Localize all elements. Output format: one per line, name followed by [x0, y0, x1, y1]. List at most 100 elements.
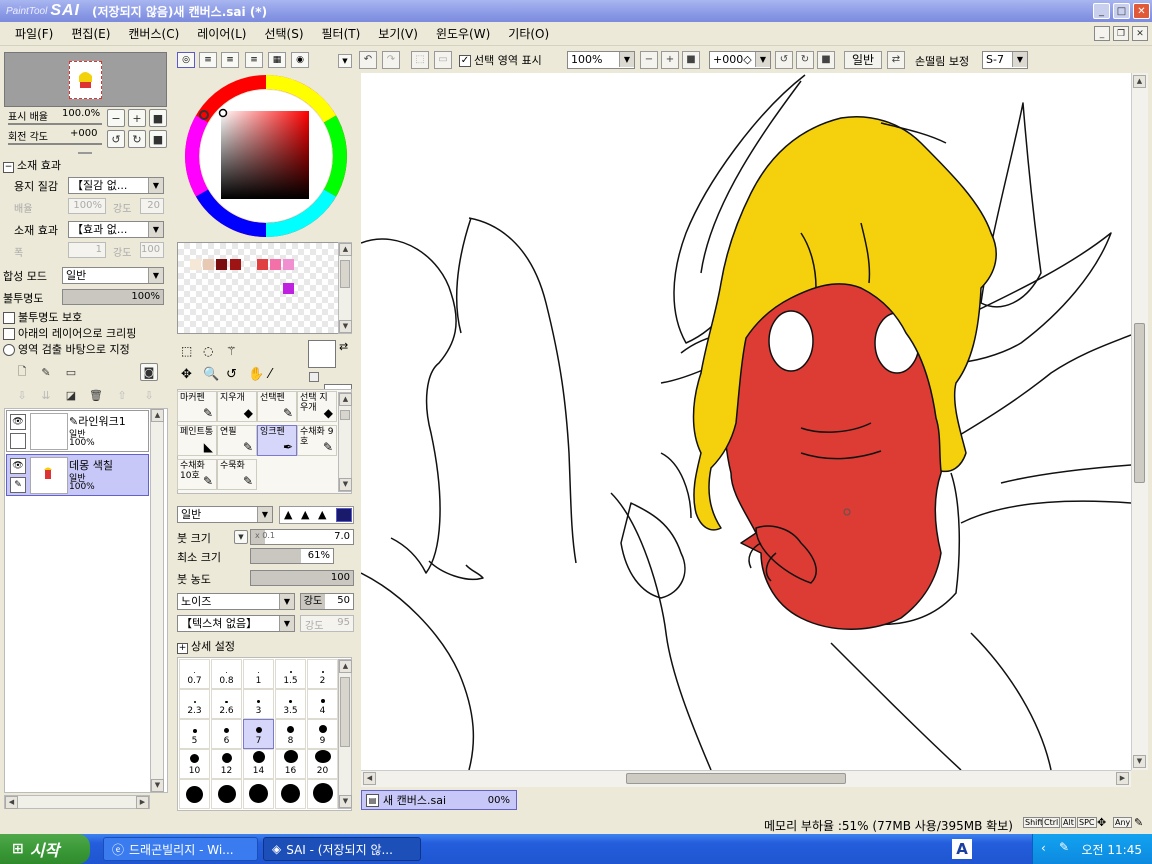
scroll-thumb[interactable]	[340, 410, 350, 420]
brush-size-preset[interactable]: 2.3	[179, 689, 210, 719]
brush-shape-soft-icon[interactable]: ▲	[284, 508, 292, 521]
merge-down-icon[interactable]: ⇊	[37, 386, 55, 404]
magic-wand-icon[interactable]: ⚚	[226, 344, 237, 358]
brush-blend-select[interactable]: 일반 ▼	[177, 506, 273, 523]
brush-size-preset[interactable]: 2	[307, 659, 338, 689]
start-button[interactable]: ⊞ 시작	[0, 834, 90, 864]
brush-size-preset[interactable]: 7	[243, 719, 274, 749]
brush-size-preset[interactable]	[275, 779, 306, 809]
rect-select-icon[interactable]: ⬚	[181, 344, 192, 358]
layer-lock-toggle[interactable]	[10, 433, 26, 449]
layer-up-icon[interactable]: ⇧	[113, 386, 131, 404]
brush-size-preset[interactable]: 0.7	[179, 659, 210, 689]
redo-icon[interactable]: ↷	[382, 51, 400, 69]
brush-size-preset[interactable]: 3.5	[275, 689, 306, 719]
eyedropper-icon[interactable]: ⁄	[269, 367, 271, 382]
menu-layer[interactable]: 레이어(L)	[188, 22, 255, 46]
brush-size-preset[interactable]: 6	[211, 719, 242, 749]
protect-opacity-checkbox[interactable]: 불투명도 보호	[3, 309, 82, 325]
scratchpad-tab-icon[interactable]: ◉	[291, 52, 309, 68]
scroll-down-icon[interactable]: ▼	[1133, 755, 1146, 768]
scroll-up-icon[interactable]: ▲	[1133, 75, 1146, 88]
new-layer-icon[interactable]: 🗋	[13, 363, 31, 381]
lasso-icon[interactable]: ◌	[203, 344, 213, 358]
flip-horizontal-icon[interactable]: ⇄	[887, 51, 905, 69]
tool-ink-wash[interactable]: 수묵화 ✎	[217, 459, 257, 490]
swap-colors-icon[interactable]: ⇄	[339, 340, 348, 353]
layer-item-linework[interactable]: 👁 ✎라인워크1 일반 100%	[6, 410, 149, 452]
transparent-color-icon[interactable]	[309, 372, 319, 382]
layer-down-icon[interactable]: ⇩	[140, 386, 158, 404]
material-section-header[interactable]: − 소재 효과	[3, 157, 61, 173]
doc-restore-button[interactable]: ❐	[1113, 26, 1129, 41]
brush-size-preset[interactable]: 3	[243, 689, 274, 719]
rotate-left-button[interactable]: ↺	[107, 130, 125, 148]
scroll-thumb[interactable]	[626, 773, 846, 784]
brush-shape-square-icon[interactable]	[336, 508, 352, 522]
document-tab[interactable]: ▤ 새 캔버스.sai 00%	[361, 790, 517, 810]
tool-paint-bucket[interactable]: 페인트통 ◣	[177, 425, 217, 456]
brush-size-preset[interactable]: 12	[211, 749, 242, 779]
navigator-preview[interactable]	[4, 52, 167, 107]
tool-ink-pen[interactable]: 잉크펜 ✒	[257, 425, 297, 456]
canvas-vertical-scrollbar[interactable]: ▲ ▼	[1131, 73, 1148, 770]
scroll-thumb[interactable]	[340, 260, 350, 288]
zoom-out-button[interactable]: −	[640, 51, 658, 69]
opacity-slider[interactable]: 100%	[62, 289, 164, 305]
palette-swatch[interactable]	[230, 259, 241, 270]
zoom-slider[interactable]	[8, 123, 102, 125]
clipping-checkbox[interactable]: 아래의 레이어으로 크리핑	[3, 325, 136, 341]
palette-swatch[interactable]	[190, 259, 201, 270]
usb-device-icon[interactable]: ✎	[1059, 840, 1069, 854]
brush-size-preset[interactable]	[179, 779, 210, 809]
canvas-zoom-select[interactable]: 100% ▼	[567, 51, 635, 69]
selection-source-radio[interactable]: 영역 검출 바탕으로 지정	[3, 341, 130, 357]
menu-window[interactable]: 윈도우(W)	[427, 22, 499, 46]
ime-indicator[interactable]: A	[952, 839, 972, 859]
palette-swatch[interactable]	[257, 259, 268, 270]
tool-select-pen[interactable]: 선택펜 ✎	[257, 391, 297, 422]
trash-icon[interactable]: 🗑	[87, 386, 105, 404]
brush-size-preset[interactable]: 20	[307, 749, 338, 779]
layer-list-scrollbar[interactable]: ▲ ▼	[150, 408, 164, 793]
brush-size-preset[interactable]: 4	[307, 689, 338, 719]
menu-view[interactable]: 보기(V)	[369, 22, 427, 46]
scroll-down-icon[interactable]: ▼	[339, 795, 352, 808]
swatch-tab-icon[interactable]: ▦	[268, 52, 286, 68]
foreground-color-swatch[interactable]	[308, 340, 336, 368]
menu-other[interactable]: 기타(O)	[499, 22, 558, 46]
scroll-up-icon[interactable]: ▲	[339, 243, 352, 256]
tool-marker-pen[interactable]: 마커펜 ✎	[177, 391, 217, 422]
brush-size-preset[interactable]: 1	[243, 659, 274, 689]
color-palette[interactable]	[177, 242, 352, 334]
menu-selection[interactable]: 선택(S)	[255, 22, 312, 46]
texture-strength[interactable]: 강도 95	[300, 615, 354, 632]
maximize-button[interactable]: □	[1113, 3, 1130, 19]
tray-expand-icon[interactable]: ‹	[1041, 841, 1046, 855]
drawing-canvas[interactable]	[361, 73, 1131, 770]
scroll-thumb[interactable]	[1134, 323, 1145, 483]
stabilizer-select[interactable]: S-7 ▼	[982, 51, 1028, 69]
deselect-icon[interactable]: ⬚	[411, 51, 429, 69]
tool-eraser[interactable]: 지우개 ◆	[217, 391, 257, 422]
scroll-up-icon[interactable]: ▲	[339, 660, 352, 673]
rotate-reset-button[interactable]: ■	[817, 51, 835, 69]
brush-size-preset[interactable]: 16	[275, 749, 306, 779]
invert-selection-icon[interactable]: ▭	[434, 51, 452, 69]
tool-list-scrollbar[interactable]: ▲ ▼	[338, 392, 352, 492]
presets-scrollbar[interactable]: ▲ ▼	[338, 659, 352, 809]
task-sai[interactable]: ◈ SAI - (저장되지 않...	[263, 837, 421, 861]
menu-file[interactable]: 파일(F)	[6, 22, 62, 46]
minimize-button[interactable]: _	[1093, 3, 1110, 19]
tool-pencil[interactable]: 연필 ✎	[217, 425, 257, 456]
panel-menu-icon[interactable]: ▼	[338, 54, 352, 68]
brush-size-preset[interactable]: 9	[307, 719, 338, 749]
noise-select[interactable]: 노이즈 ▼	[177, 593, 295, 610]
brush-size-preset[interactable]: 5	[179, 719, 210, 749]
tool-watercolor-9[interactable]: 수채화 9호 ✎	[297, 425, 337, 456]
move-icon[interactable]: ✥	[181, 367, 192, 382]
hand-icon[interactable]: ✋	[248, 367, 264, 382]
layer-item-demon-color[interactable]: 👁 ✎ 데몽 색칠 일반 100%	[6, 454, 149, 496]
task-browser[interactable]: ⓔ 드래곤빌리지 - Wi...	[103, 837, 258, 861]
rotate-right-button[interactable]: ↻	[796, 51, 814, 69]
